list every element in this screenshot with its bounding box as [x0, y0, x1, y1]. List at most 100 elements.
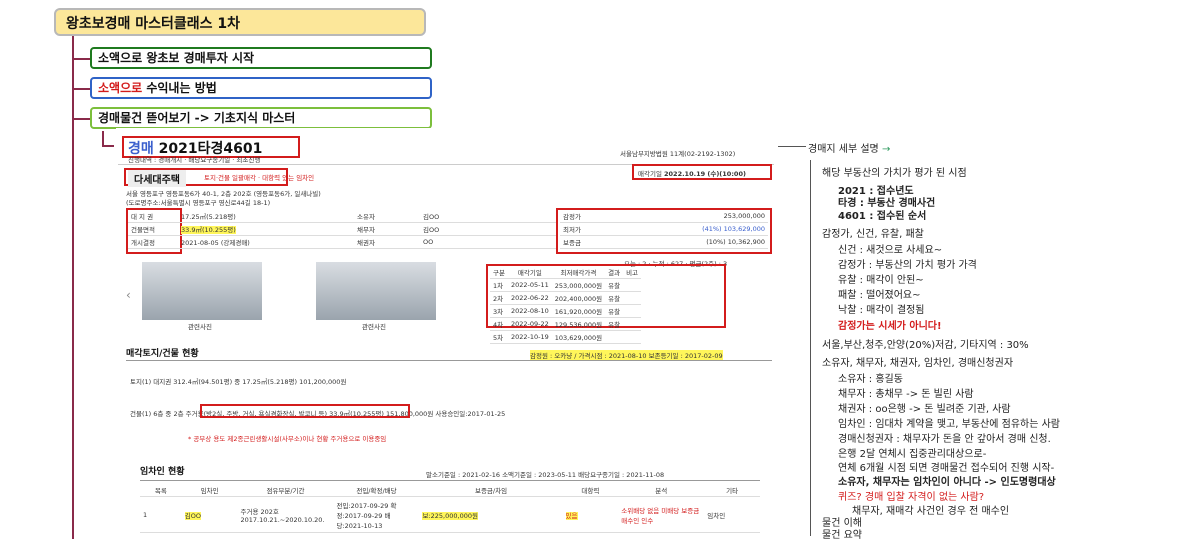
tree-branch-4 — [102, 131, 114, 147]
table-cell: 김OO — [420, 210, 558, 223]
table-cell: 유찰 — [605, 291, 624, 305]
right-item: 감정가 : 부동산의 가치 평가 가격 — [838, 260, 977, 271]
table-cell: 대 지 권 — [128, 210, 178, 223]
arrow-right-icon: → — [881, 144, 891, 155]
right-item: 감정가는 시세가 아니다! — [838, 321, 942, 332]
right-item: 경매신청권자 : 채무자가 돈을 안 갚아서 경매 신청. — [838, 434, 1051, 445]
table-cell: 2022-05-11 — [507, 278, 552, 292]
chevron-left-icon[interactable]: ‹ — [126, 288, 131, 302]
table-header-cell: 보증금/차임 — [419, 484, 563, 497]
tenant-dates: 말소기준일 : 2021-02-16 소액기준일 : 2023-05-11 배당… — [426, 471, 665, 479]
tree-branch-2 — [72, 88, 90, 90]
right-head: 경매지 세부 설명 → — [808, 144, 891, 155]
table-cell: 5차 — [490, 330, 508, 344]
table-cell: 보:225,000,000원 — [419, 496, 563, 533]
table-cell: 161,920,000원 — [551, 304, 606, 318]
sale-date-label: 매각기일 — [638, 170, 662, 178]
auction-document-image: 경매 2021타경4601 진행내역 : 경매개시 · 배당요구종기일 · 최초… — [116, 128, 776, 539]
table-cell: 253,000,000원 — [551, 278, 606, 292]
table-cell: 채권자 — [354, 235, 420, 249]
table-cell: 129,536,000원 — [551, 317, 606, 331]
table-header-cell: 분석 — [618, 484, 705, 497]
table-header-cell: 결과 — [605, 266, 624, 279]
right-item: 해당 부동산의 가치가 평가 된 시점 — [822, 168, 967, 179]
table-cell: 2022-09-22 — [507, 317, 552, 331]
table-header-cell: 목록 — [140, 484, 182, 497]
table-cell: 유찰 — [605, 317, 624, 331]
table-cell: 소위배당 없음 미배당 보증금 매수인 인수 — [618, 496, 705, 533]
table-cell: 김OO — [181, 496, 238, 533]
table-cell: 채무자 — [354, 222, 420, 236]
table-cell: 2021-08-05 (강제경매) — [178, 235, 354, 249]
table-cell: 33.9㎡(10.255평) — [178, 222, 354, 236]
right-item: 감정가, 신건, 유찰, 패찰 — [822, 229, 924, 240]
table-cell — [605, 330, 624, 344]
table-cell: 253,000,000 — [613, 210, 768, 223]
table-header-cell: 최저매각가격 — [551, 266, 606, 279]
table-header-cell: 구분 — [490, 266, 508, 279]
table-cell: 전입:2017-09-29 확정:2017-09-29 배당:2021-10-1… — [333, 496, 420, 533]
right-item: 채무자, 재매각 사건인 경우 전 매수인 — [852, 506, 1010, 517]
right-item: 서울,부산,청주,안양(20%)저감, 기타지역 : 30% — [822, 340, 1029, 351]
right-item: 신건 : 새것으로 사세요~ — [838, 245, 943, 256]
table-cell: 2022-08-10 — [507, 304, 552, 318]
table-cell: (41%) 103,629,000 — [613, 222, 768, 236]
right-item: 유찰 : 매각이 안된~ — [838, 275, 924, 286]
property-photo-2[interactable] — [316, 262, 436, 320]
property-road-address: (도로명주소:서울특별시 영등포구 영신로44길 18-1) — [126, 199, 271, 207]
table-cell — [623, 330, 642, 344]
table-cell: 1차 — [490, 278, 508, 292]
table-cell: 보증금 — [560, 235, 614, 249]
progress-text: 진행내역 : 경매개시 · 배당요구종기일 · 최초진행 — [128, 156, 261, 164]
photo-caption-1: 관련사진 — [188, 323, 212, 331]
tree-trunk — [72, 36, 74, 539]
node-start-investing-label: 소액으로 왕초보 경매투자 시작 — [98, 51, 255, 65]
table-cell: 3차 — [490, 304, 508, 318]
node-profit-method-label: 수익내는 방법 — [142, 81, 217, 95]
table-cell: OO — [420, 235, 558, 249]
table-cell: 개시결정 — [128, 235, 178, 249]
right-item: 4601 : 접수된 순서 — [838, 211, 927, 222]
table-cell: 2022-10-19 — [507, 330, 552, 344]
bid-history-table: 구분 매각기일 최저매각가격 결과 비고 1차 2022-05-11 253,000,000… — [490, 266, 642, 344]
property-photo-1[interactable] — [142, 262, 262, 320]
node-profit-method[interactable]: 소액으로 수익내는 방법 — [90, 77, 432, 99]
right-item: 낙찰 : 매각이 결정됨 — [838, 305, 925, 316]
sale-date: 2022.10.19 (수)(10:00) — [664, 170, 746, 178]
info-table: 대 지 권 17.25㎡(5.218평) 소유자 김OO 건물면적 33.9㎡(10.2… — [128, 210, 558, 249]
table-cell: 유찰 — [605, 304, 624, 318]
table-cell — [623, 317, 642, 331]
table-cell: 감정가 — [560, 210, 614, 223]
table-cell: (10%) 10,362,900 — [613, 235, 768, 249]
price-table: 감정가 253,000,000 최저가 (41%) 103,629,000 보증금(… — [560, 210, 768, 249]
tenant-section-title: 임차인 현황 — [140, 467, 185, 477]
main-title: 왕초보경매 마스터클래스 1차 — [54, 8, 426, 36]
tenant-table: 목록 임차인 점유부분/기간 전입/확정/배당 보증금/차임 대항력 분석 기타 1 김OO … — [140, 484, 760, 533]
table-cell: 4차 — [490, 317, 508, 331]
right-item: 채무자 : 총채무 -> 돈 빌린 사람 — [838, 389, 974, 400]
table-cell: 최저가 — [560, 222, 614, 236]
right-item: 은행 2달 연체시 집중관리대상으로- — [838, 449, 987, 460]
land-row-1: 토지(1) 대지권 312.4㎡(94.501평) 중 17.25㎡(5.218… — [130, 378, 347, 386]
table-cell: 202,400,000원 — [551, 291, 606, 305]
node-analyze-listing-label: 경매물건 뜯어보기 -> 기초지식 마스터 — [98, 111, 296, 125]
table-header-cell: 대항력 — [562, 484, 619, 497]
table-cell — [623, 278, 642, 292]
table-cell: 소유자 — [354, 210, 420, 223]
right-connector — [778, 146, 806, 147]
right-item: 소유자, 채무자는 임차인이 아니다 -> 인도명령대상 — [838, 477, 1056, 488]
table-cell — [623, 304, 642, 318]
table-cell: 주거용 202호 2017.10.21.~2020.10.20. — [237, 496, 334, 533]
tree-branch-3 — [72, 118, 90, 120]
table-cell: 있음 — [562, 496, 619, 533]
land-section-note: 감정원 : 오카냥 / 가격시점 : 2021-08-10 보존등기일 : 20… — [530, 350, 723, 360]
right-item: 채권자 : oo은행 -> 돈 빌려준 기관, 사람 — [838, 404, 1011, 415]
right-item: 소유자, 채무자, 채권자, 임차인, 경매신청권자 — [822, 358, 1014, 369]
table-header-cell: 기타 — [704, 484, 760, 497]
table-cell — [623, 291, 642, 305]
node-start-investing[interactable]: 소액으로 왕초보 경매투자 시작 — [90, 47, 432, 69]
photo-caption-2: 관련사진 — [362, 323, 386, 331]
right-item: 연체 6개월 시점 되면 경매물건 접수되어 진행 시작- — [838, 463, 1055, 474]
node-profit-method-highlight: 소액으로 — [98, 81, 143, 95]
node-analyze-listing[interactable]: 경매물건 뜯어보기 -> 기초지식 마스터 — [90, 107, 432, 129]
